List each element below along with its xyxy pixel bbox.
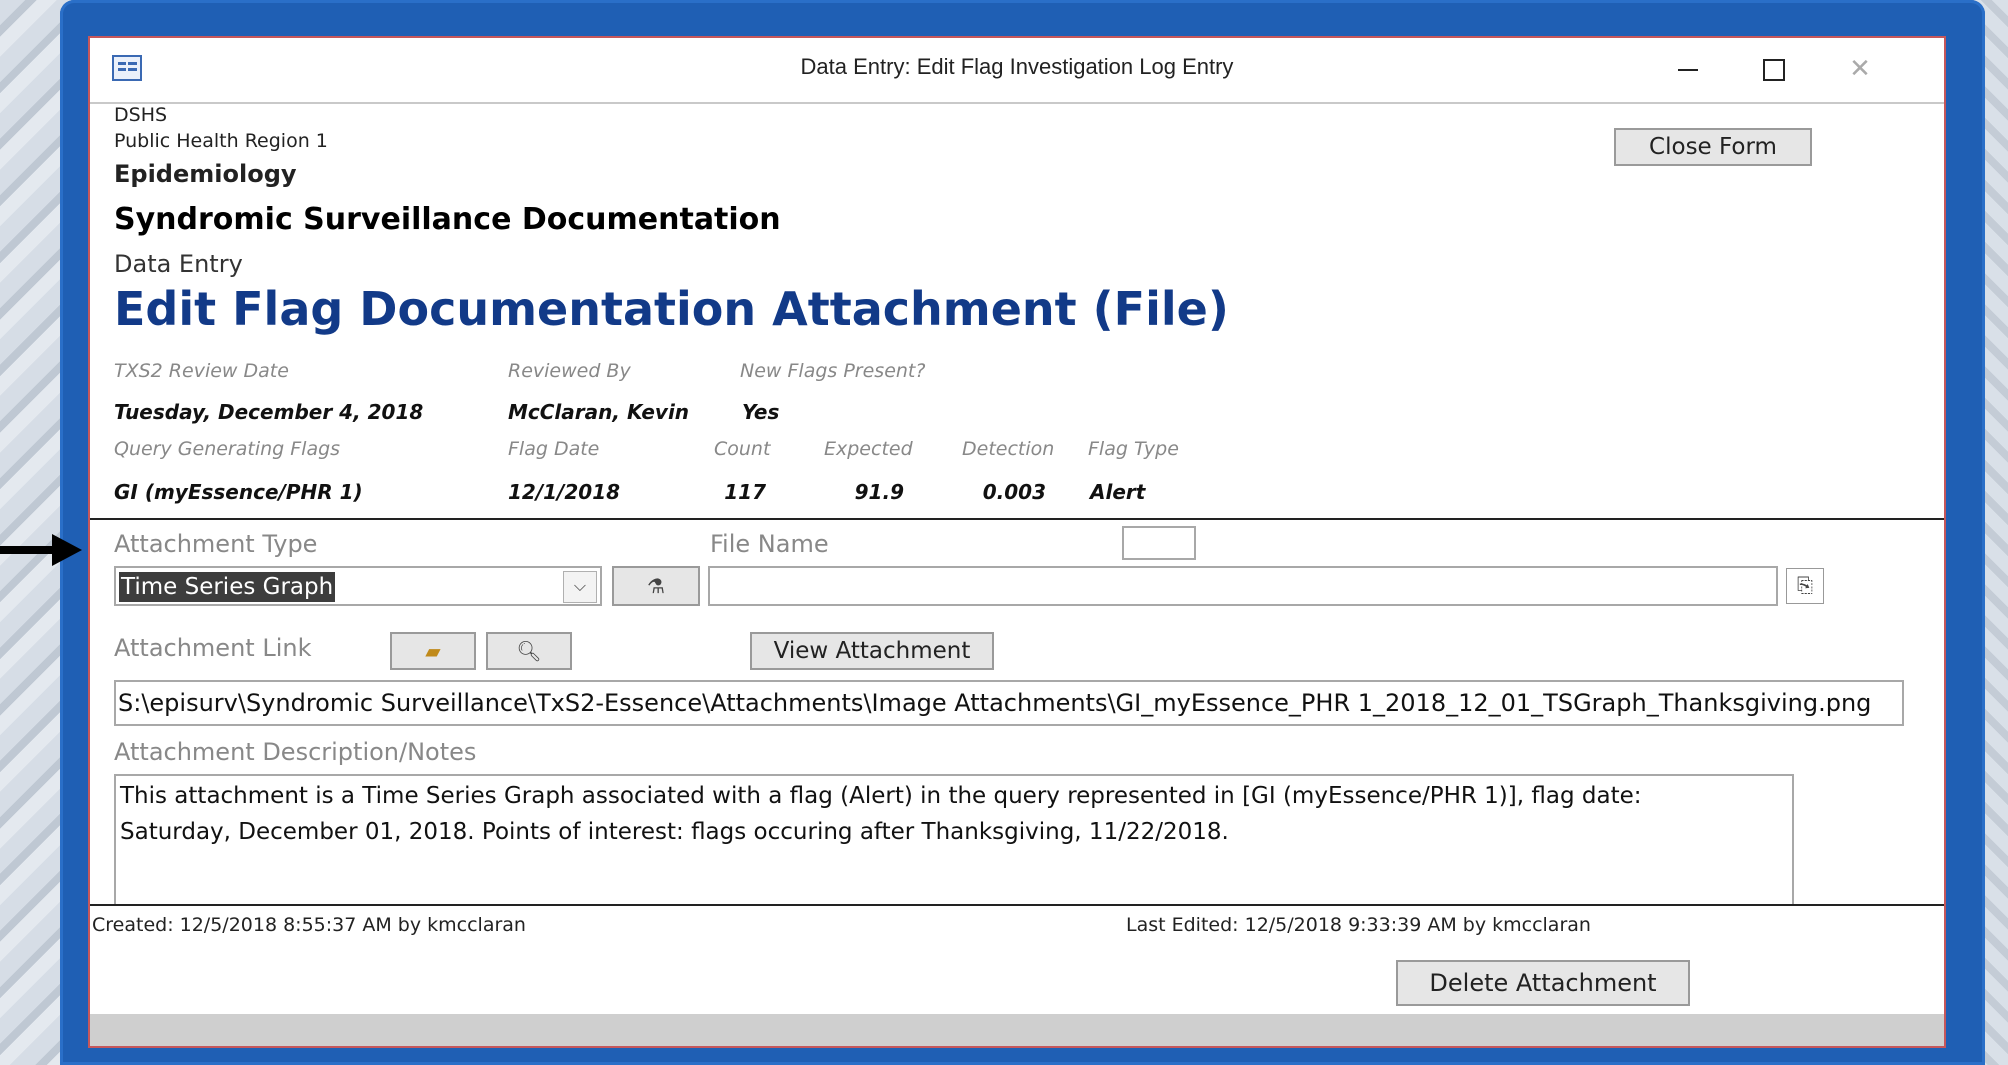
section-title: Syndromic Surveillance Documentation (114, 202, 781, 237)
flag-type-value: Alert (1090, 480, 1146, 504)
org-label: DSHS (114, 104, 168, 126)
pointer-arrow-head (52, 534, 82, 566)
delete-attachment-button[interactable]: Delete Attachment (1396, 960, 1690, 1006)
region-label: Public Health Region 1 (114, 130, 328, 152)
close-icon[interactable]: ✕ (1830, 48, 1890, 90)
subsection-label: Data Entry (114, 250, 243, 278)
file-name-input[interactable] (708, 566, 1778, 606)
notes-line-2: Saturday, December 01, 2018. Points of i… (120, 819, 1229, 845)
count-value: 117 (724, 480, 766, 504)
view-attachment-button[interactable]: View Attachment (750, 632, 994, 670)
dropdown-arrow-icon[interactable]: ⌵ (563, 571, 597, 603)
preview-icon[interactable]: 🔍︎ (486, 632, 572, 670)
file-name-label: File Name (710, 530, 829, 558)
review-date-label: TXS2 Review Date (114, 360, 289, 382)
query-label: Query Generating Flags (114, 438, 341, 460)
query-value: GI (myEssence/PHR 1) (114, 480, 363, 504)
flag-date-value: 12/1/2018 (508, 480, 621, 504)
reviewed-by-label: Reviewed By (508, 360, 631, 382)
close-form-button[interactable]: Close Form (1614, 128, 1812, 166)
wizard-icon[interactable]: ⚗ (612, 566, 700, 606)
browse-folder-icon[interactable]: ▰ (390, 632, 476, 670)
detection-value: 0.003 (982, 480, 1046, 504)
reviewed-by-value: McClaran, Kevin (508, 400, 690, 424)
expected-label: Expected (824, 438, 913, 460)
expected-value: 91.9 (854, 480, 904, 504)
review-date-value: Tuesday, December 4, 2018 (114, 400, 424, 424)
pointer-arrow-icon (0, 546, 58, 554)
new-flags-value: Yes (742, 400, 780, 424)
page-title: Edit Flag Documentation Attachment (File… (114, 282, 1229, 336)
title-bar[interactable]: Data Entry: Edit Flag Investigation Log … (90, 38, 1944, 104)
section-divider-bottom (90, 904, 1944, 906)
detection-label: Detection (962, 438, 1055, 460)
notes-line-1: This attachment is a Time Series Graph a… (120, 783, 1642, 809)
attachment-link-label: Attachment Link (114, 634, 312, 662)
notes-textarea[interactable]: This attachment is a Time Series Graph a… (114, 774, 1794, 904)
section-divider-top (90, 518, 1944, 520)
maximize-icon[interactable] (1744, 48, 1804, 90)
copy-icon[interactable]: ⎘ (1786, 568, 1824, 604)
attachment-type-label: Attachment Type (114, 530, 318, 558)
count-label: Count (714, 438, 771, 460)
form-window: Data Entry: Edit Flag Investigation Log … (88, 36, 1946, 1048)
dept-label: Epidemiology (114, 160, 297, 188)
form-footer-bar (90, 1014, 1944, 1046)
notes-label: Attachment Description/Notes (114, 738, 477, 766)
new-flags-label: New Flags Present? (740, 360, 926, 382)
last-edited-stamp: Last Edited: 12/5/2018 9:33:39 AM by kmc… (1126, 914, 1591, 936)
attachment-type-combo[interactable]: Time Series Graph ⌵ (114, 566, 602, 606)
attachment-type-value: Time Series Graph (119, 572, 336, 602)
attachment-link-field[interactable]: S:\episurv\Syndromic Surveillance\TxS2-E… (114, 680, 1904, 726)
minimize-icon[interactable] (1658, 48, 1718, 90)
file-name-indicator-box (1122, 526, 1196, 560)
flag-type-label: Flag Type (1088, 438, 1179, 460)
created-stamp: Created: 12/5/2018 8:55:37 AM by kmcclar… (92, 914, 526, 936)
flag-date-label: Flag Date (508, 438, 600, 460)
